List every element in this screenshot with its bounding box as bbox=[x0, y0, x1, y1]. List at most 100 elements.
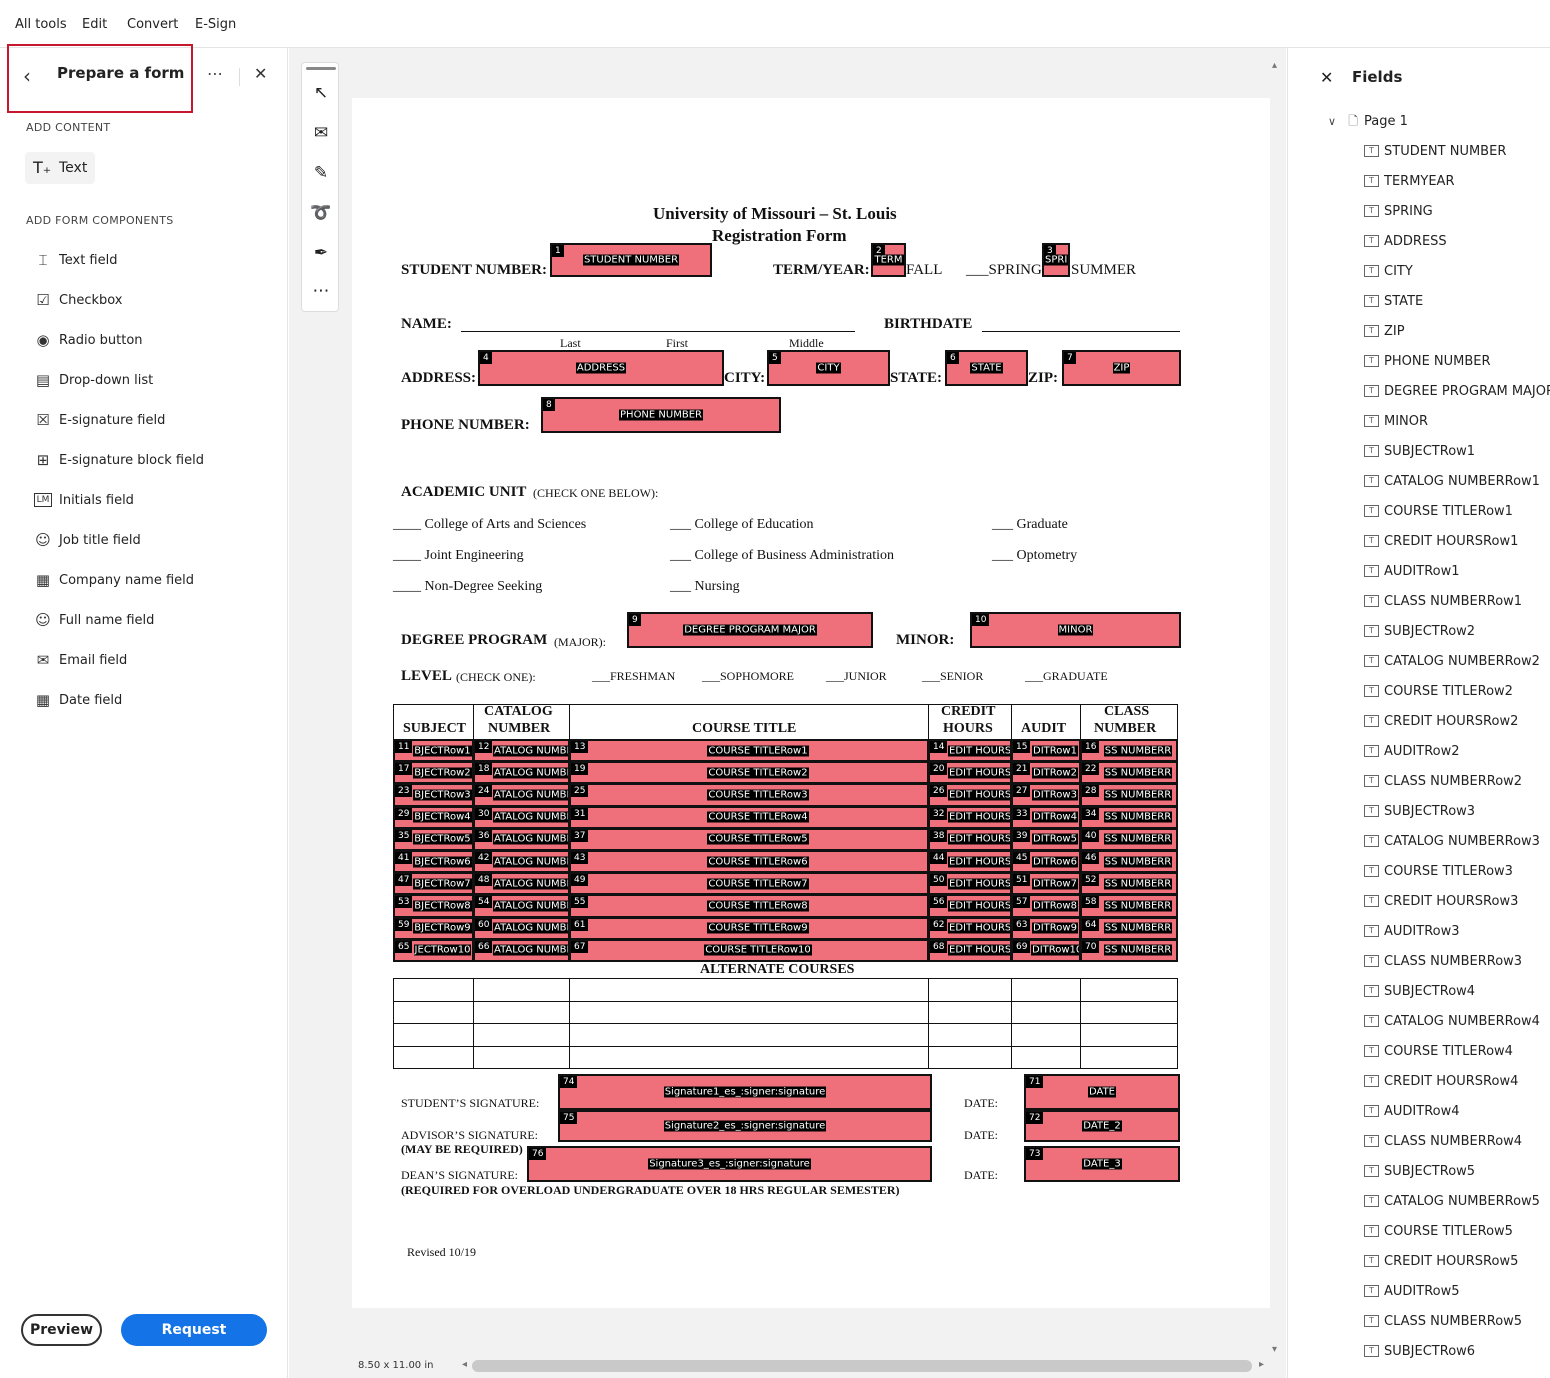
degree-program-field[interactable]: 9 DEGREE PROGRAM MAJOR bbox=[627, 612, 873, 648]
catalog-field-row3[interactable]: 24 ATALOG NUMBE bbox=[473, 783, 570, 807]
date-field-2[interactable]: 72 DATE_2 bbox=[1024, 1110, 1180, 1142]
scroll-right-icon[interactable]: ▸ bbox=[1259, 1359, 1264, 1370]
credit-hours-field-row5[interactable]: 38 EDIT HOURS bbox=[928, 827, 1012, 851]
menu-edit[interactable]: Edit bbox=[82, 17, 107, 32]
audit-field-row8[interactable]: 57 DITRow8 bbox=[1011, 894, 1081, 918]
course-title-field-row10[interactable]: 67 COURSE TITLERow10 bbox=[569, 938, 929, 962]
scroll-left-icon[interactable]: ◂ bbox=[462, 1359, 467, 1370]
scroll-up-icon[interactable]: ▴ bbox=[1272, 60, 1277, 71]
city-field[interactable]: 5 CITY bbox=[767, 350, 890, 386]
catalog-field-row8[interactable]: 54 ATALOG NUMBE bbox=[473, 894, 570, 918]
credit-hours-field-row3[interactable]: 26 EDIT HOURS bbox=[928, 783, 1012, 807]
class-number-field-row9[interactable]: 64 SS NUMBERR bbox=[1080, 916, 1178, 940]
credit-hours-field-row9[interactable]: 62 EDIT HOURS bbox=[928, 916, 1012, 940]
catalog-field-row2[interactable]: 18 ATALOG NUMBE bbox=[473, 761, 570, 785]
course-title-field-row5[interactable]: 37 COURSE TITLERow5 bbox=[569, 827, 929, 851]
subject-field-row2[interactable]: 17 BJECTRow2 bbox=[393, 761, 474, 785]
course-title-field-row3[interactable]: 25 COURSE TITLERow3 bbox=[569, 783, 929, 807]
credit-hours-field-row7[interactable]: 50 EDIT HOURS bbox=[928, 872, 1012, 896]
minor-field[interactable]: 10 MINOR bbox=[970, 612, 1181, 648]
credit-hours-field-row6[interactable]: 44 EDIT HOURS bbox=[928, 850, 1012, 874]
request-signatures-button[interactable]: Request signatures bbox=[121, 1314, 267, 1370]
dean-signature-field[interactable]: 76 Signature3_es_:signer:signature bbox=[527, 1146, 932, 1182]
toolbar-grip[interactable] bbox=[306, 67, 336, 70]
catalog-field-row10[interactable]: 66 ATALOG NUMBE bbox=[473, 938, 570, 962]
close-icon[interactable]: ✕ bbox=[254, 64, 267, 83]
term-field[interactable]: 2 TERM bbox=[871, 243, 906, 277]
audit-field-row10[interactable]: 69 DITRow10 bbox=[1011, 938, 1081, 962]
audit-field-row5[interactable]: 39 DITRow5 bbox=[1011, 827, 1081, 851]
credit-hours-field-row8[interactable]: 56 EDIT HOURS bbox=[928, 894, 1012, 918]
catalog-field-row9[interactable]: 60 ATALOG NUMBE bbox=[473, 916, 570, 940]
comment-icon[interactable]: ✉ bbox=[302, 123, 340, 143]
subject-field-row8[interactable]: 53 BJECTRow8 bbox=[393, 894, 474, 918]
audit-field-row3[interactable]: 27 DITRow3 bbox=[1011, 783, 1081, 807]
horizontal-scrollbar[interactable] bbox=[472, 1360, 1252, 1372]
subject-field-row3[interactable]: 23 BJECTRow3 bbox=[393, 783, 474, 807]
credit-hours-field-row4[interactable]: 32 EDIT HOURS bbox=[928, 805, 1012, 829]
page-tree-node[interactable]: ∨ 🗋 Page 1 bbox=[1328, 112, 1408, 133]
audit-field-row2[interactable]: 21 DITRow2 bbox=[1011, 761, 1081, 785]
sign-icon[interactable]: ✒ bbox=[302, 243, 340, 263]
zip-field[interactable]: 7 ZIP bbox=[1062, 350, 1181, 386]
more-tools-icon[interactable]: ⋯ bbox=[302, 281, 340, 301]
audit-field-row4[interactable]: 33 DITRow4 bbox=[1011, 805, 1081, 829]
audit-field-row6[interactable]: 45 DITRow6 bbox=[1011, 850, 1081, 874]
class-number-field-row1[interactable]: 16 SS NUMBERR bbox=[1080, 739, 1178, 763]
catalog-field-row1[interactable]: 12 ATALOG NUMBE bbox=[473, 739, 570, 763]
pen-icon[interactable]: ✎ bbox=[302, 163, 340, 183]
course-title-field-row1[interactable]: 13 COURSE TITLERow1 bbox=[569, 739, 929, 763]
subject-field-row10[interactable]: 65 JECTRow10 bbox=[393, 938, 474, 962]
select-pointer-icon[interactable]: ↖ bbox=[302, 83, 340, 103]
spring-field[interactable]: 3 SPRI bbox=[1042, 243, 1070, 277]
catalog-field-row7[interactable]: 48 ATALOG NUMBE bbox=[473, 872, 570, 896]
back-arrow-icon[interactable]: ‹ bbox=[23, 64, 31, 88]
student-signature-field[interactable]: 74 Signature1_es_:signer:signature bbox=[558, 1074, 932, 1110]
menu-convert[interactable]: Convert bbox=[127, 17, 178, 32]
date-field-1[interactable]: 71 DATE bbox=[1024, 1074, 1180, 1110]
class-number-field-row6[interactable]: 46 SS NUMBERR bbox=[1080, 850, 1178, 874]
state-field[interactable]: 6 STATE bbox=[945, 350, 1028, 386]
subject-field-row7[interactable]: 47 BJECTRow7 bbox=[393, 872, 474, 896]
subject-field-row4[interactable]: 29 BJECTRow4 bbox=[393, 805, 474, 829]
class-number-field-row3[interactable]: 28 SS NUMBERR bbox=[1080, 783, 1178, 807]
catalog-field-row5[interactable]: 36 ATALOG NUMBE bbox=[473, 827, 570, 851]
phone-field[interactable]: 8 PHONE NUMBER bbox=[541, 397, 781, 433]
course-title-field-row4[interactable]: 31 COURSE TITLERow4 bbox=[569, 805, 929, 829]
credit-hours-field-row1[interactable]: 14 EDIT HOURS bbox=[928, 739, 1012, 763]
menu-all-tools[interactable]: All tools bbox=[15, 17, 67, 32]
course-title-field-row7[interactable]: 49 COURSE TITLERow7 bbox=[569, 872, 929, 896]
close-fields-icon[interactable]: ✕ bbox=[1320, 68, 1333, 87]
audit-field-row9[interactable]: 63 DITRow9 bbox=[1011, 916, 1081, 940]
scroll-down-icon[interactable]: ▾ bbox=[1272, 1344, 1277, 1355]
catalog-field-row4[interactable]: 30 ATALOG NUMBE bbox=[473, 805, 570, 829]
course-title-field-row9[interactable]: 61 COURSE TITLERow9 bbox=[569, 916, 929, 940]
student-number-field[interactable]: 1 STUDENT NUMBER bbox=[550, 243, 712, 277]
credit-hours-field-row10[interactable]: 68 EDIT HOURS bbox=[928, 938, 1012, 962]
menu-esign[interactable]: E-Sign bbox=[195, 17, 236, 32]
advisor-signature-field[interactable]: 75 Signature2_es_:signer:signature bbox=[558, 1110, 932, 1142]
date-field-3[interactable]: 73 DATE_3 bbox=[1024, 1146, 1180, 1182]
audit-field-row1[interactable]: 15 DITRow1 bbox=[1011, 739, 1081, 763]
preview-button[interactable]: Preview bbox=[21, 1314, 102, 1346]
subject-field-row6[interactable]: 41 BJECTRow6 bbox=[393, 850, 474, 874]
subject-field-row9[interactable]: 59 BJECTRow9 bbox=[393, 916, 474, 940]
class-number-field-row7[interactable]: 52 SS NUMBERR bbox=[1080, 872, 1178, 896]
course-title-field-row2[interactable]: 19 COURSE TITLERow2 bbox=[569, 761, 929, 785]
subject-field-row1[interactable]: 11 BJECTRow1 bbox=[393, 739, 474, 763]
more-options-icon[interactable]: ⋯ bbox=[207, 64, 224, 83]
add-text-button[interactable]: T₊ Text bbox=[25, 152, 95, 184]
subject-field-row5[interactable]: 35 BJECTRow5 bbox=[393, 827, 474, 851]
class-number-field-row2[interactable]: 22 SS NUMBERR bbox=[1080, 761, 1178, 785]
credit-hours-field-row2[interactable]: 20 EDIT HOURS bbox=[928, 761, 1012, 785]
course-title-field-row6[interactable]: 43 COURSE TITLERow6 bbox=[569, 850, 929, 874]
chevron-down-icon[interactable]: ∨ bbox=[1328, 115, 1336, 128]
course-title-field-row8[interactable]: 55 COURSE TITLERow8 bbox=[569, 894, 929, 918]
class-number-field-row5[interactable]: 40 SS NUMBERR bbox=[1080, 827, 1178, 851]
class-number-field-row10[interactable]: 70 SS NUMBERR bbox=[1080, 938, 1178, 962]
class-number-field-row8[interactable]: 58 SS NUMBERR bbox=[1080, 894, 1178, 918]
catalog-field-row6[interactable]: 42 ATALOG NUMBE bbox=[473, 850, 570, 874]
address-field[interactable]: 4 ADDRESS bbox=[478, 350, 724, 386]
lasso-icon[interactable]: ➰ bbox=[302, 203, 340, 223]
audit-field-row7[interactable]: 51 DITRow7 bbox=[1011, 872, 1081, 896]
